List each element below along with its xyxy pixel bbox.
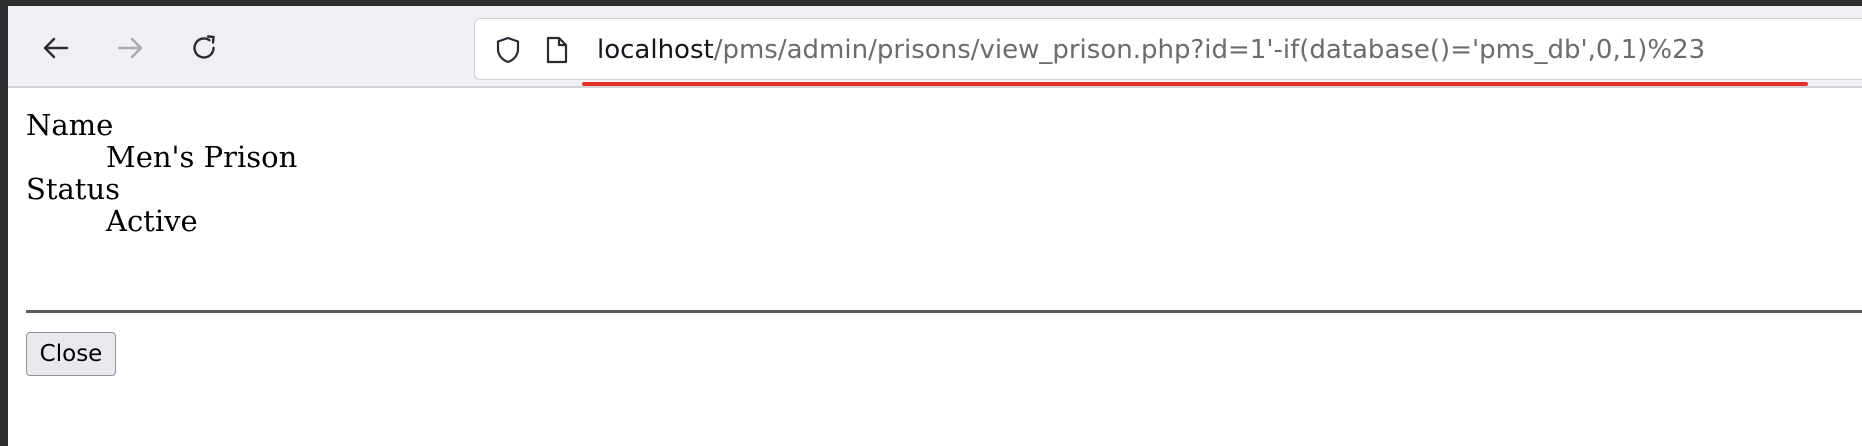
browser-window: localhost/pms/admin/prisons/view_prison.… xyxy=(8,6,1862,446)
url-text[interactable]: localhost/pms/admin/prisons/view_prison.… xyxy=(597,33,1705,67)
arrow-right-icon xyxy=(117,37,143,59)
back-button[interactable] xyxy=(34,26,78,70)
close-button[interactable]: Close xyxy=(26,332,116,376)
url-highlight-underline xyxy=(582,82,1808,86)
url-host: localhost xyxy=(597,35,714,65)
reload-button[interactable] xyxy=(182,26,226,70)
page-icon[interactable] xyxy=(543,35,571,65)
page-content: Name Men's Prison Status Active Close xyxy=(8,88,1862,446)
forward-button[interactable] xyxy=(108,26,152,70)
name-label: Name xyxy=(26,108,114,142)
divider xyxy=(26,310,1862,313)
browser-toolbar: localhost/pms/admin/prisons/view_prison.… xyxy=(8,6,1862,88)
status-label: Status xyxy=(26,172,121,206)
name-value: Men's Prison xyxy=(106,140,298,174)
status-value: Active xyxy=(106,204,198,238)
reload-icon xyxy=(193,35,215,59)
address-bar[interactable]: localhost/pms/admin/prisons/view_prison.… xyxy=(474,18,1862,80)
window-frame: localhost/pms/admin/prisons/view_prison.… xyxy=(0,0,1862,446)
url-path: /pms/admin/prisons/view_prison.php?id=1'… xyxy=(713,35,1706,65)
shield-icon[interactable] xyxy=(493,35,523,65)
arrow-left-icon xyxy=(43,37,69,59)
